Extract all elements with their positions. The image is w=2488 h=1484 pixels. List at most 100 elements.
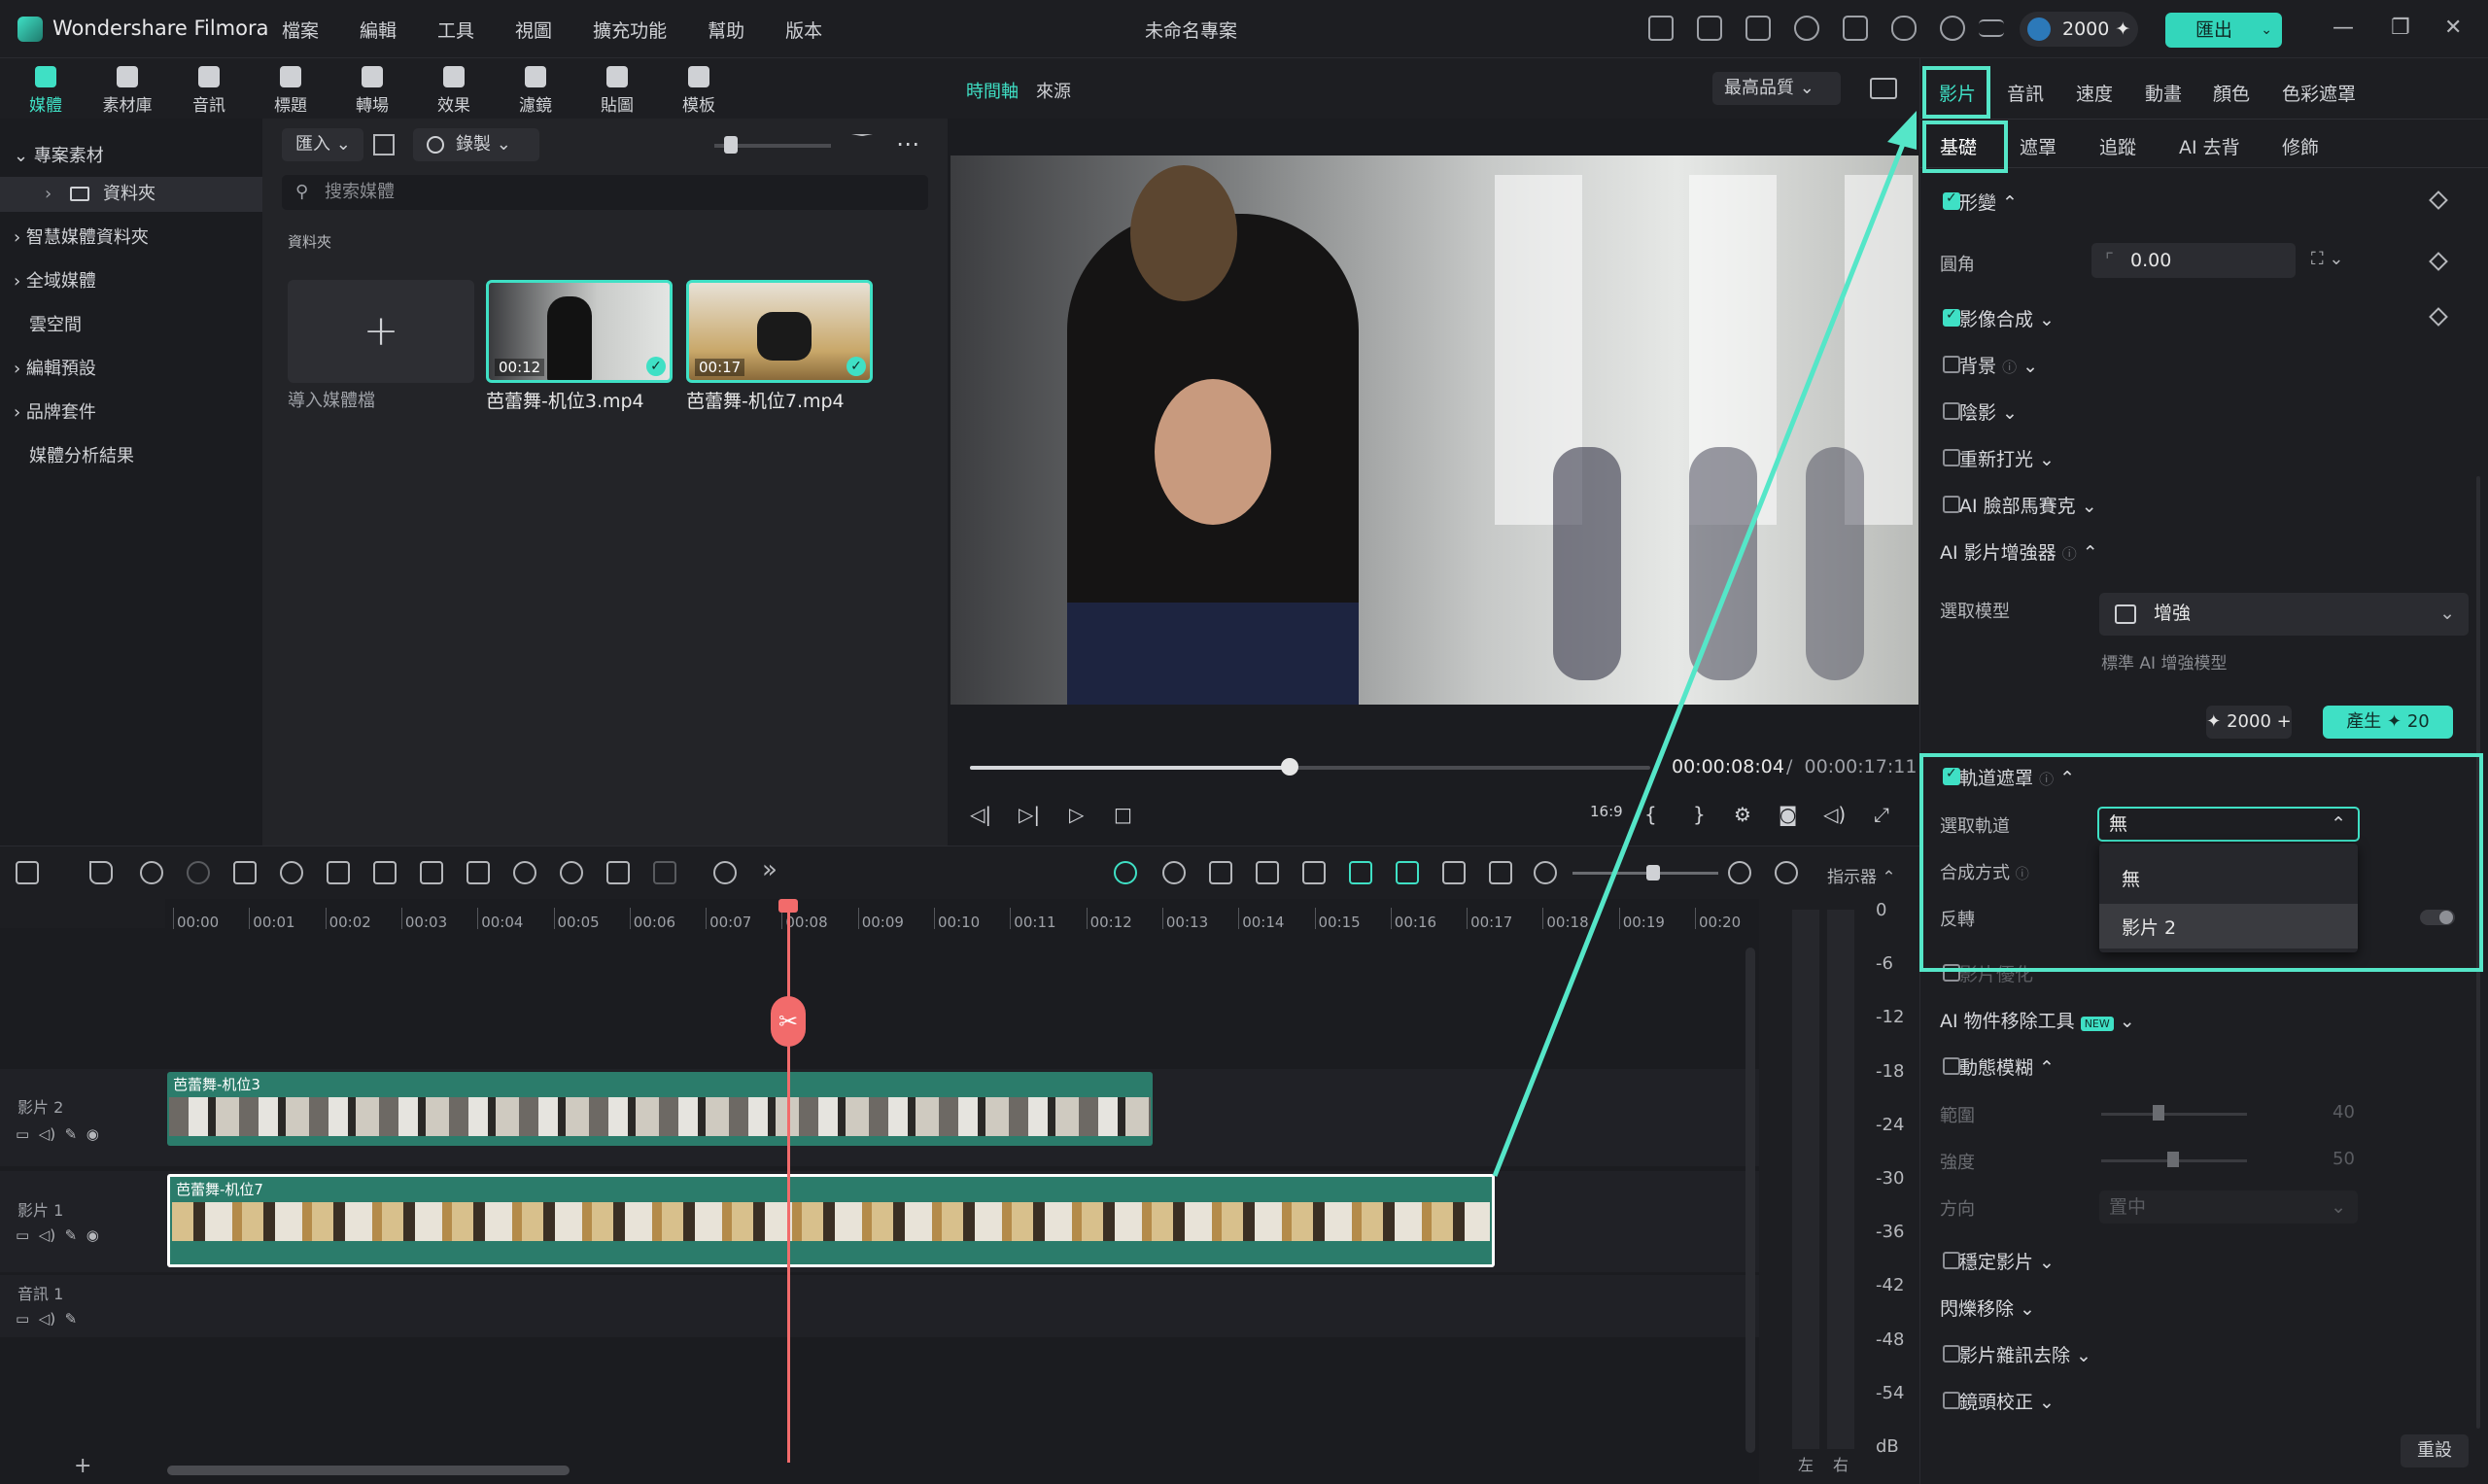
close-icon[interactable]: ✕ (2444, 16, 2462, 40)
tab-templates[interactable]: 模板 (665, 62, 733, 116)
menu-extensions[interactable]: 擴充功能 (593, 17, 667, 43)
delete-icon[interactable] (233, 861, 257, 884)
quality-dropdown[interactable]: 最高品質 ⌄ (1712, 72, 1841, 105)
snapshot-view-icon[interactable] (1870, 78, 1897, 99)
relight-checkbox[interactable] (1943, 449, 1960, 466)
shape-icon[interactable] (420, 861, 443, 884)
lock-icon[interactable]: ✎ (65, 1226, 78, 1244)
transform-checkbox[interactable] (1943, 190, 1960, 210)
tab-color[interactable]: 顏色 (2213, 80, 2250, 106)
tab-transitions[interactable]: 轉場 (338, 62, 406, 116)
zoom-in-icon[interactable] (1728, 861, 1751, 884)
subtab-mask[interactable]: 遮罩 (2020, 133, 2056, 159)
save-icon[interactable] (1843, 16, 1868, 41)
add-track-button[interactable]: + (74, 1454, 91, 1478)
tab-effects[interactable]: 效果 (420, 62, 488, 116)
settings-icon[interactable] (1775, 861, 1798, 884)
thumbnail-size-knob[interactable] (724, 136, 738, 154)
mark-in-icon[interactable]: { (1644, 803, 1666, 826)
tab-stickers[interactable]: 貼圖 (583, 62, 651, 116)
subtab-ai-cutout[interactable]: AI 去背 (2179, 133, 2240, 159)
face-mosaic-section[interactable]: AI 臉部馬賽克 ⌄ (1959, 492, 2097, 518)
group-icon[interactable] (653, 861, 676, 884)
layout-icon[interactable] (1745, 16, 1771, 41)
lens-checkbox[interactable] (1943, 1392, 1960, 1409)
play-icon[interactable]: ▷ (1069, 803, 1090, 826)
direction-dropdown[interactable]: 置中 ⌄ (2099, 1191, 2358, 1224)
flicker-section[interactable]: 閃爍移除 ⌄ (1940, 1294, 2035, 1321)
timeline-v-scrollbar[interactable] (1745, 948, 1755, 1453)
search-input[interactable]: ⚲ 搜索媒體 (282, 175, 928, 210)
keyboard-icon[interactable] (1697, 16, 1722, 41)
folder-icon[interactable]: ▭ (16, 1125, 29, 1143)
sidebar-item-project-media[interactable]: ⌄ 專案素材 (14, 142, 104, 167)
object-removal-section[interactable]: AI 物件移除工具 NEW ⌄ (1940, 1007, 2135, 1033)
restore-icon[interactable]: ❐ (2391, 16, 2410, 40)
sidebar-item-folder[interactable]: › 資料夾 (0, 177, 262, 212)
tab-source-preview[interactable]: 來源 (1036, 78, 1071, 103)
speed-icon[interactable] (1794, 16, 1819, 41)
stabilize-checkbox[interactable] (1943, 1252, 1960, 1269)
menu-help[interactable]: 幫助 (708, 17, 744, 43)
fit-icon[interactable] (1489, 861, 1512, 884)
select-tool-icon[interactable] (89, 861, 113, 884)
speed-ramp-icon[interactable] (513, 861, 536, 884)
tab-stock[interactable]: 素材庫 (93, 62, 161, 116)
volume-icon[interactable]: ◁) (39, 1125, 55, 1143)
zoom-out-icon[interactable] (1534, 861, 1557, 884)
eye-icon[interactable]: ◉ (86, 1226, 99, 1244)
folder-icon[interactable]: ▭ (16, 1226, 29, 1244)
send-icon[interactable] (1648, 16, 1674, 41)
more-tools-icon[interactable]: » (762, 855, 778, 884)
stop-icon[interactable]: □ (1114, 803, 1135, 826)
help-icon[interactable]: ⓘ (2062, 545, 2077, 563)
playhead-handle[interactable] (778, 899, 798, 913)
keyframe-path-icon[interactable] (606, 861, 630, 884)
timeline-clip-video-1[interactable]: 芭蕾舞-机位7 (167, 1174, 1495, 1267)
split-screen-icon[interactable] (1302, 861, 1326, 884)
previous-frame-icon[interactable]: ◁| (970, 803, 991, 826)
export-button[interactable]: 匯出 ⌄ (2165, 13, 2282, 48)
support-icon[interactable] (1940, 16, 1965, 41)
volume-icon[interactable]: ◁) (39, 1310, 55, 1328)
media-thumb-clip-7[interactable]: 00:17 ✓ (686, 280, 873, 383)
aspect-ratio-button[interactable]: 16:9 (1590, 803, 1623, 824)
indicator-dropdown[interactable]: 指示器 ⌃ (1827, 863, 1896, 887)
shadow-section[interactable]: 陰影 ⌄ (1959, 398, 2018, 425)
layout-grid-icon[interactable] (16, 861, 39, 884)
record-dropdown[interactable]: 錄製 ⌄ (413, 128, 539, 161)
lock-icon[interactable]: ✎ (65, 1310, 78, 1328)
sidebar-item-cloud[interactable]: 雲空間 (29, 311, 82, 336)
grid-icon[interactable] (373, 134, 395, 155)
menu-version[interactable]: 版本 (785, 17, 822, 43)
transform-section[interactable]: 形變 ⌃ (1959, 189, 2018, 215)
subtab-retouch[interactable]: 修飾 (2282, 133, 2319, 159)
denoise-section[interactable]: 影片雜訊去除 ⌄ (1959, 1341, 2091, 1367)
scissors-icon[interactable]: ✂ (771, 996, 806, 1047)
camera-icon[interactable]: ◙ (1779, 803, 1800, 826)
expand-icon[interactable]: ⛶ ⌄ (2311, 249, 2343, 269)
tab-titles[interactable]: 標題 (257, 62, 325, 116)
relight-section[interactable]: 重新打光 ⌄ (1959, 445, 2055, 471)
play-frame-icon[interactable]: ▷| (1019, 803, 1040, 826)
generate-button[interactable]: 產生 ✦ 20 (2323, 706, 2453, 739)
face-mosaic-checkbox[interactable] (1943, 496, 1960, 513)
filter-icon[interactable] (851, 134, 873, 155)
pen-icon[interactable] (466, 861, 490, 884)
fullscreen-icon[interactable]: ⤢ (1874, 803, 1895, 826)
tab-filters[interactable]: 濾鏡 (501, 62, 570, 116)
background-checkbox[interactable] (1943, 356, 1960, 373)
redo-icon[interactable] (187, 861, 210, 884)
subtab-tracking[interactable]: 追蹤 (2099, 133, 2136, 159)
mark-out-icon[interactable]: } (1693, 803, 1714, 826)
lens-section[interactable]: 鏡頭校正 ⌄ (1959, 1388, 2055, 1414)
auto-beat-icon[interactable] (1162, 861, 1186, 884)
motion-blur-checkbox[interactable] (1943, 1057, 1960, 1075)
composite-section[interactable]: 影像合成 ⌄ (1959, 305, 2055, 331)
preview-scrubber-handle[interactable] (1281, 758, 1298, 776)
help-icon[interactable]: ⓘ (2002, 359, 2017, 376)
tab-color-mask[interactable]: 色彩遮罩 (2282, 80, 2356, 106)
sidebar-item-brand-kit[interactable]: › 品牌套件 (14, 398, 96, 424)
media-thumb-clip-3[interactable]: 00:12 ✓ (486, 280, 673, 383)
timeline-clip-video-2[interactable]: 芭蕾舞-机位3 (167, 1072, 1153, 1146)
